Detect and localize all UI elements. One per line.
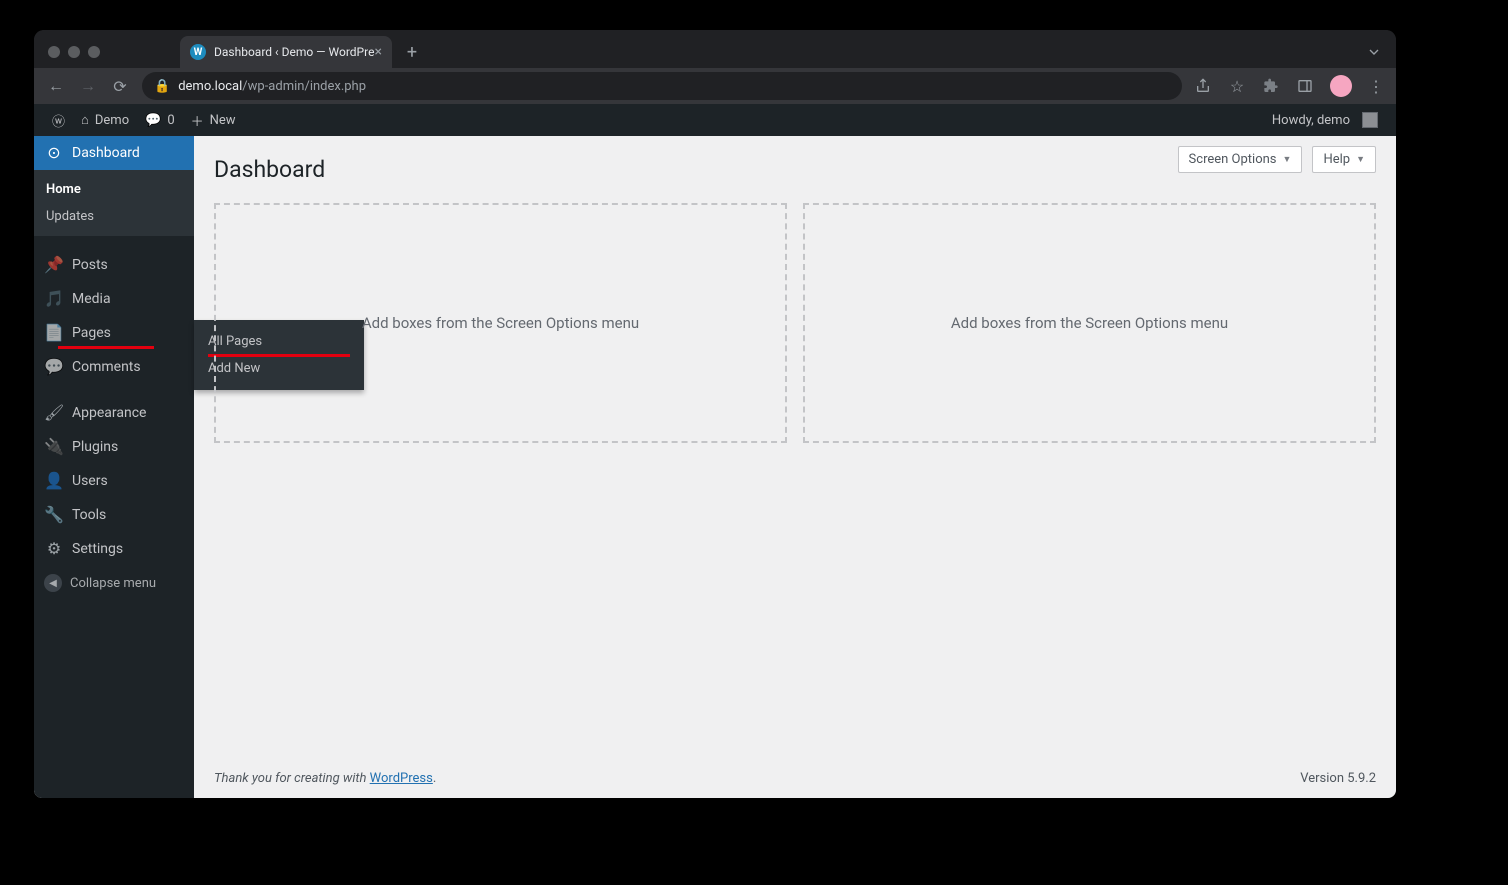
- site-name-link[interactable]: ⌂Demo: [73, 104, 137, 136]
- menu-comments[interactable]: 💬Comments: [34, 350, 194, 384]
- sliders-icon: ⚙: [44, 540, 64, 558]
- menu-media[interactable]: 🎵Media: [34, 282, 194, 316]
- pin-icon: 📌: [44, 256, 64, 274]
- forward-button[interactable]: →: [78, 76, 98, 96]
- toolbar-icons: ☆ ⋮: [1194, 75, 1384, 97]
- menu-pages[interactable]: 📄Pages: [34, 316, 194, 350]
- page-icon: 📄: [44, 324, 64, 342]
- widget-placeholder-left: Add boxes from the Screen Options menu: [214, 203, 787, 443]
- share-icon[interactable]: [1194, 77, 1212, 95]
- browser-window: W Dashboard ‹ Demo — WordPre × + ← → ⟳ 🔒…: [34, 30, 1396, 798]
- wp-admin-bar: ⓦ ⌂Demo 💬0 ＋New Howdy, demo: [34, 104, 1396, 136]
- dashboard-icon: ⊙: [44, 144, 64, 162]
- wp-footer: Thank you for creating with WordPress. V…: [214, 771, 1376, 786]
- chevron-down-icon: ▼: [1356, 154, 1365, 165]
- menu-posts[interactable]: 📌Posts: [34, 248, 194, 282]
- menu-dashboard[interactable]: ⊙Dashboard: [34, 136, 194, 170]
- chrome-tab-bar: W Dashboard ‹ Demo — WordPre × +: [34, 30, 1396, 68]
- screen-options-button[interactable]: Screen Options▼: [1178, 146, 1303, 173]
- panel-icon[interactable]: [1296, 77, 1314, 95]
- chevron-down-icon: ▼: [1283, 154, 1292, 165]
- wp-body: ⊙Dashboard Home Updates 📌Posts 🎵Media 📄P…: [34, 136, 1396, 798]
- plus-icon: ＋: [191, 111, 204, 130]
- brush-icon: 🖌: [44, 404, 64, 422]
- url-path: /wp-admin/index.php: [242, 79, 366, 94]
- admin-menu: ⊙Dashboard Home Updates 📌Posts 🎵Media 📄P…: [34, 136, 194, 798]
- home-icon: ⌂: [81, 112, 89, 128]
- plug-icon: 🔌: [44, 438, 64, 456]
- wordpress-favicon-icon: W: [190, 44, 206, 60]
- maximize-window-icon[interactable]: [88, 46, 100, 58]
- new-tab-button[interactable]: +: [398, 38, 426, 66]
- bookmark-star-icon[interactable]: ☆: [1228, 77, 1246, 95]
- comments-link[interactable]: 💬0: [137, 104, 183, 136]
- menu-settings[interactable]: ⚙Settings: [34, 532, 194, 566]
- reload-button[interactable]: ⟳: [110, 77, 130, 96]
- wp-logo-menu[interactable]: ⓦ: [44, 104, 73, 136]
- new-content-link[interactable]: ＋New: [183, 104, 244, 136]
- submenu-dashboard: Home Updates: [34, 170, 194, 236]
- tab-title: Dashboard ‹ Demo — WordPre: [214, 45, 374, 59]
- menu-appearance[interactable]: 🖌Appearance: [34, 396, 194, 430]
- minimize-window-icon[interactable]: [68, 46, 80, 58]
- footer-credit: Thank you for creating with WordPress.: [214, 771, 436, 786]
- tab-overflow-button[interactable]: [1366, 44, 1382, 64]
- url-host: demo.local: [178, 79, 242, 94]
- comment-icon: 💬: [145, 113, 161, 128]
- address-bar[interactable]: 🔒 demo.local/wp-admin/index.php: [142, 72, 1182, 100]
- menu-plugins[interactable]: 🔌Plugins: [34, 430, 194, 464]
- annotation-underline: [58, 346, 154, 349]
- comment-icon: 💬: [44, 358, 64, 376]
- chrome-toolbar: ← → ⟳ 🔒 demo.local/wp-admin/index.php ☆ …: [34, 68, 1396, 104]
- submenu-home[interactable]: Home: [34, 176, 194, 203]
- profile-avatar[interactable]: [1330, 75, 1352, 97]
- version-text: Version 5.9.2: [1300, 771, 1376, 786]
- chrome-menu-icon[interactable]: ⋮: [1368, 77, 1384, 96]
- wrench-icon: 🔧: [44, 506, 64, 524]
- close-tab-icon[interactable]: ×: [374, 44, 381, 60]
- media-icon: 🎵: [44, 290, 64, 308]
- wordpress-icon: ⓦ: [52, 111, 65, 130]
- help-button[interactable]: Help▼: [1312, 146, 1376, 173]
- window-controls: [48, 30, 100, 58]
- user-avatar-icon: [1362, 112, 1378, 128]
- collapse-menu-button[interactable]: ◀Collapse menu: [34, 566, 194, 600]
- dashboard-widgets: Add boxes from the Screen Options menu A…: [214, 203, 1376, 443]
- contextual-buttons: Screen Options▼ Help▼: [1178, 146, 1376, 173]
- my-account-link[interactable]: Howdy, demo: [1264, 104, 1386, 136]
- lock-icon: 🔒: [154, 79, 170, 94]
- user-icon: 👤: [44, 472, 64, 490]
- wordpress-link[interactable]: WordPress: [370, 771, 433, 786]
- wp-admin: ⓦ ⌂Demo 💬0 ＋New Howdy, demo ⊙Dashboard H…: [34, 104, 1396, 798]
- back-button[interactable]: ←: [46, 76, 66, 96]
- collapse-icon: ◀: [44, 574, 62, 592]
- close-window-icon[interactable]: [48, 46, 60, 58]
- menu-users[interactable]: 👤Users: [34, 464, 194, 498]
- menu-tools[interactable]: 🔧Tools: [34, 498, 194, 532]
- browser-tab[interactable]: W Dashboard ‹ Demo — WordPre ×: [180, 36, 392, 68]
- extensions-icon[interactable]: [1262, 77, 1280, 95]
- submenu-updates[interactable]: Updates: [34, 203, 194, 230]
- widget-placeholder-right: Add boxes from the Screen Options menu: [803, 203, 1376, 443]
- wp-content: Screen Options▼ Help▼ Dashboard Add boxe…: [194, 136, 1396, 798]
